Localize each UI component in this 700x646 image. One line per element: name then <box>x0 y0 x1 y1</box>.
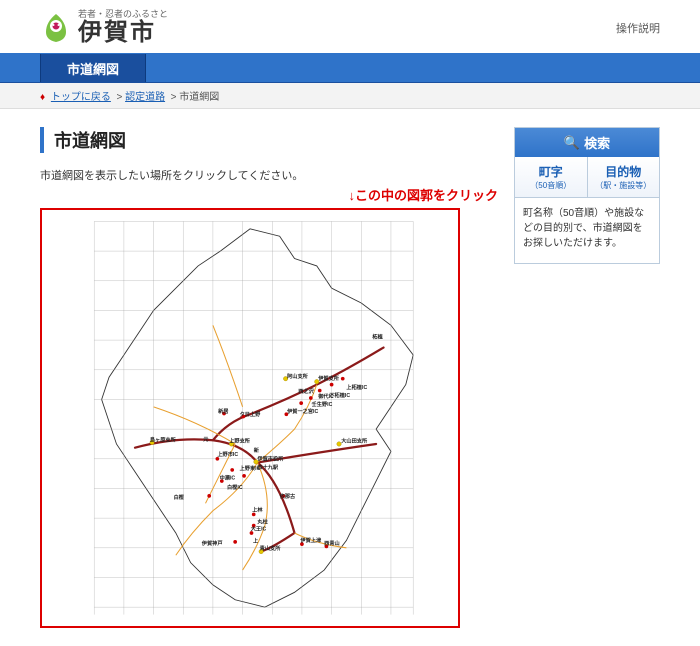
map-label: 島ヶ原支所 <box>150 436 177 444</box>
breadcrumb-current: 市道網図 <box>179 92 219 103</box>
map-label: 新 <box>254 446 260 454</box>
click-hint: ↓この中の図郭をクリック <box>40 185 498 204</box>
search-panel: 🔍 検索 町字 （50音順） 目的物 （駅・施設等） 町名称（50音順）や施設な… <box>514 127 660 264</box>
map-label: 伊賀神戸 <box>201 539 223 547</box>
header: 若者・忍者のふるさと 伊賀市 操作説明 <box>0 0 700 53</box>
map-label: 上 <box>253 537 259 545</box>
map-node <box>230 468 234 472</box>
tab-sublabel: （駅・施設等） <box>590 180 658 191</box>
map-label: 大山田支所 <box>341 436 368 444</box>
map-node <box>242 474 246 478</box>
map-label: 柘植 <box>371 333 383 341</box>
map-node <box>299 401 303 405</box>
map-label: 上野支所 <box>229 436 251 444</box>
page-title: 市道網図 <box>40 127 498 153</box>
tab-label: 町字 <box>517 163 585 180</box>
city-boundary <box>102 229 414 607</box>
nav-tab-roadmap[interactable]: 市道網図 <box>40 54 146 82</box>
search-icon: 🔍 <box>564 135 580 151</box>
tab-sublabel: （50音順） <box>517 180 585 191</box>
map-label: 西青山 <box>324 539 340 547</box>
map-node <box>318 389 322 393</box>
map-label: 上林 <box>252 505 263 513</box>
map-label: 青山支所 <box>260 544 282 552</box>
help-link[interactable]: 操作説明 <box>616 20 660 36</box>
map-label: 新居 <box>218 407 228 415</box>
logo-icon <box>40 12 72 44</box>
map-node <box>233 540 237 544</box>
map-node <box>309 396 313 400</box>
search-tab-town[interactable]: 町字 （50音順） <box>515 157 588 197</box>
map-label: 白樫IC <box>227 483 243 491</box>
map-label: 伊賀市役所 <box>256 454 284 462</box>
grid[interactable] <box>94 221 413 614</box>
breadcrumb-home[interactable]: トップに戻る <box>51 92 111 103</box>
search-description: 町名称（50音順）や施設などの目的別で、市道網図をお探しいただけます。 <box>515 198 659 263</box>
tab-label: 目的物 <box>590 163 658 180</box>
map-label: 上柘植IC <box>346 383 367 391</box>
tagline: 若者・忍者のふるさと <box>78 10 168 19</box>
map-svg[interactable]: 阿山支所伊賀支所上柘植IC下柘植IC柘植壬生野IC御代IC西之沢伊賀一之宮IC夕… <box>46 214 454 622</box>
map-label: 中瀬IC <box>220 474 236 482</box>
map-label: 阿山支所 <box>287 372 309 380</box>
search-header: 🔍 検索 <box>515 128 659 157</box>
search-tab-facility[interactable]: 目的物 （駅・施設等） <box>588 157 660 197</box>
breadcrumb-level1[interactable]: 認定道路 <box>125 92 165 103</box>
map-label: 元 <box>203 436 209 443</box>
nav-bar: 市道網図 <box>0 53 700 83</box>
map-node <box>207 494 211 498</box>
home-icon: ♦ <box>40 92 45 103</box>
instruction-text: 市道網図を表示したい場所をクリックしてください。 <box>40 167 498 183</box>
map-node <box>341 377 345 381</box>
city-name: 伊賀市 <box>78 21 168 45</box>
breadcrumb: ♦ トップに戻る > 認定道路 > 市道網図 <box>0 83 700 109</box>
map-index[interactable]: 阿山支所伊賀支所上柘植IC下柘植IC柘植壬生野IC御代IC西之沢伊賀一之宮IC夕… <box>40 208 460 628</box>
search-title: 検索 <box>584 133 610 152</box>
logo: 若者・忍者のふるさと 伊賀市 <box>40 10 168 45</box>
map-label: 上野市IC <box>217 450 238 458</box>
map-node <box>330 383 334 387</box>
map-label: 依那古 <box>280 492 296 500</box>
map-label: 壬生野IC <box>312 400 333 408</box>
